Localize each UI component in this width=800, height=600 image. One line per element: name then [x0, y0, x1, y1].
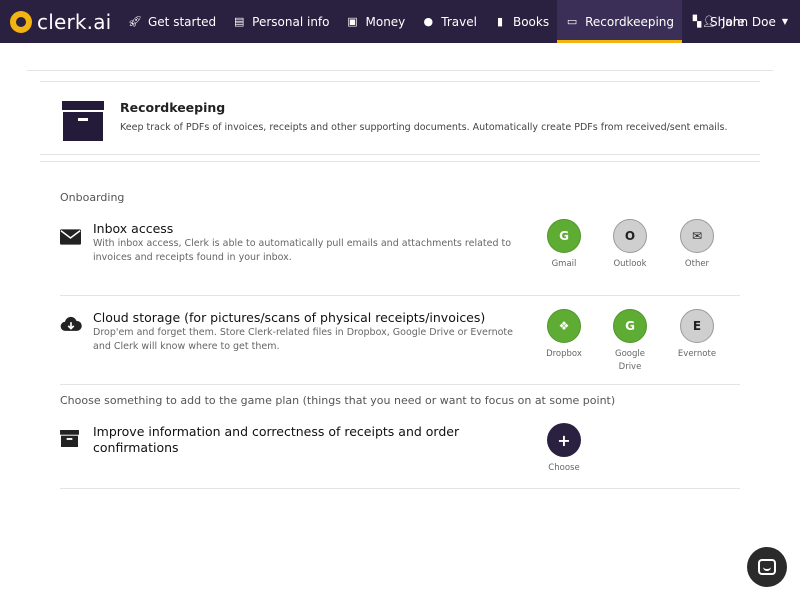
caret-down-icon: ▼: [781, 17, 788, 26]
id-card-icon: ▤: [233, 15, 245, 28]
choose-option[interactable]: + Choose: [534, 423, 594, 475]
divider: [60, 488, 740, 489]
other-email-option[interactable]: ✉ Other: [667, 219, 727, 271]
user-icon: 👤︎: [702, 15, 716, 28]
divider: [27, 70, 773, 71]
gameplan-label: Choose something to add to the game plan…: [60, 394, 616, 407]
gmail-icon: G: [547, 219, 581, 253]
money-icon: ▣: [347, 15, 358, 28]
dropbox-icon: ❖: [547, 309, 581, 343]
option-label: Google Drive: [615, 349, 645, 372]
nav-item-get-started[interactable]: 🚀︎ Get started: [120, 0, 224, 43]
onboarding-label: Onboarding: [60, 191, 125, 204]
option-label: Evernote: [677, 349, 717, 359]
brand-logo[interactable]: clerk.ai: [10, 9, 111, 34]
divider: [40, 154, 760, 155]
plus-icon: +: [547, 423, 581, 457]
nav-item-label: Recordkeeping: [585, 14, 675, 29]
nav-item-travel[interactable]: ● Travel: [413, 0, 485, 43]
row-description: With inbox access, Clerk is able to auto…: [93, 238, 512, 263]
outlook-icon: O: [613, 219, 647, 253]
archive-box-icon: [62, 101, 104, 141]
row-title: Inbox access: [93, 221, 174, 236]
envelope-icon: ✉: [680, 219, 714, 253]
nav-item-money[interactable]: ▣ Money: [338, 0, 414, 43]
page-description: Keep track of PDFs of invoices, receipts…: [120, 122, 728, 133]
envelope-icon: [60, 229, 81, 245]
inbox-access-row: Inbox access With inbox access, Clerk is…: [60, 219, 740, 295]
outlook-option[interactable]: O Outlook: [600, 219, 660, 271]
nav-item-label: Travel: [441, 14, 477, 29]
nav-menu: 🚀︎ Get started ▤ Personal info ▣ Money ●…: [120, 0, 753, 43]
nav-item-personal-info[interactable]: ▤ Personal info: [224, 0, 337, 43]
brand-name: clerk.ai: [37, 9, 112, 34]
recordkeeping-header: Recordkeeping Keep track of PDFs of invo…: [40, 82, 760, 154]
divider: [60, 295, 740, 296]
option-label: Outlook: [613, 259, 647, 269]
archive-icon: ▭: [566, 15, 578, 28]
nav-item-label: Books: [512, 14, 550, 29]
archive-icon: [60, 430, 79, 447]
option-label: Gmail: [551, 259, 577, 269]
page-title: Recordkeeping: [120, 100, 226, 115]
nav-item-recordkeeping[interactable]: ▭ Recordkeeping: [557, 0, 683, 43]
divider: [40, 161, 760, 162]
cloud-download-icon: [60, 316, 82, 331]
row-title: Improve information and correctness of r…: [93, 424, 460, 455]
option-label: Other: [684, 259, 710, 269]
cloud-storage-row: Cloud storage (for pictures/scans of phy…: [60, 309, 740, 384]
book-icon: ▮: [496, 15, 503, 28]
nav-item-books[interactable]: ▮ Books: [485, 0, 557, 43]
user-menu[interactable]: 👤︎ John Doe ▼: [690, 0, 800, 43]
gameplan-row: Improve information and correctness of r…: [60, 423, 740, 488]
rocket-icon: 🚀︎: [128, 15, 142, 28]
top-navbar: clerk.ai 🚀︎ Get started ▤ Personal info …: [0, 0, 800, 43]
evernote-option[interactable]: E Evernote: [667, 309, 727, 361]
row-title: Cloud storage (for pictures/scans of phy…: [93, 310, 486, 325]
logo-mark-icon: [10, 10, 32, 33]
user-name: John Doe: [721, 14, 776, 29]
row-description: Drop'em and forget them. Store Clerk-rel…: [93, 327, 513, 352]
nav-item-label: Money: [365, 14, 406, 29]
divider: [60, 384, 740, 385]
chat-launcher-button[interactable]: [747, 547, 787, 587]
option-label: Dropbox: [546, 349, 582, 359]
google-drive-option[interactable]: G Google Drive: [600, 309, 660, 374]
gmail-option[interactable]: G Gmail: [534, 219, 594, 271]
nav-item-label: Get started: [148, 14, 217, 29]
evernote-icon: E: [680, 309, 714, 343]
google-drive-icon: G: [613, 309, 647, 343]
chat-icon: [758, 559, 776, 575]
globe-icon: ●: [423, 15, 434, 28]
option-label: Choose: [548, 463, 580, 473]
nav-item-label: Personal info: [252, 14, 330, 29]
dropbox-option[interactable]: ❖ Dropbox: [534, 309, 594, 361]
